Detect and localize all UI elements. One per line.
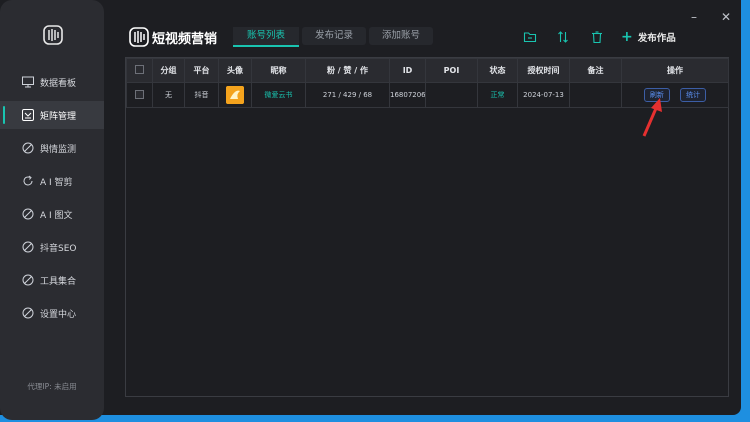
row-checkbox[interactable] (126, 82, 153, 108)
disabled-icon (22, 274, 34, 286)
brand-logo-icon (129, 27, 149, 47)
cell-actions: 刷新 统计 (621, 82, 729, 108)
publish-label: 发布作品 (637, 33, 676, 44)
cell-group: 无 (152, 82, 185, 108)
cell-poi (425, 82, 478, 108)
sidebar-item-label: 抖音SEO (40, 244, 77, 254)
sidebar-item-dashboard[interactable]: 数据看板 (0, 68, 104, 96)
matrix-icon (22, 109, 34, 121)
header-group: 分组 (152, 58, 185, 83)
table-header-row: 分组 平台 头像 昵称 粉 / 赞 / 作 ID POI 状态 授权时间 备注 … (126, 58, 729, 83)
sidebar-item-ai-graphic[interactable]: A I 图文 (0, 200, 104, 228)
cell-note (569, 82, 622, 108)
proxy-status: 代理IP: 未启用 (27, 382, 77, 391)
select-all-checkbox[interactable] (126, 58, 153, 83)
sidebar-item-matrix[interactable]: 矩阵管理 (0, 101, 104, 129)
brand: 短视频营销 (129, 27, 217, 47)
sidebar: 数据看板 矩阵管理 舆情监测 A I 智剪 A I 图文 抖音SEO 工具集合 … (0, 0, 104, 420)
minimize-button[interactable]: – (691, 11, 697, 23)
sidebar-item-sentiment[interactable]: 舆情监测 (0, 134, 104, 162)
header-platform: 平台 (184, 58, 219, 83)
cell-nickname: 微爱云书 (251, 82, 306, 108)
sidebar-item-douyin-seo[interactable]: 抖音SEO (0, 233, 104, 261)
sidebar-item-label: 设置中心 (40, 310, 77, 320)
header-id: ID (389, 58, 426, 83)
sidebar-item-tools[interactable]: 工具集合 (0, 266, 104, 294)
avatar (226, 86, 244, 104)
disabled-icon (22, 241, 34, 253)
close-button[interactable]: ✕ (721, 11, 731, 23)
annotation-arrow-icon (642, 98, 662, 137)
app-window: 数据看板 矩阵管理 舆情监测 A I 智剪 A I 图文 抖音SEO 工具集合 … (0, 0, 741, 420)
header-poi: POI (425, 58, 478, 83)
trash-icon[interactable] (590, 30, 604, 44)
disabled-icon (22, 208, 34, 220)
monitor-icon (22, 76, 34, 88)
header-nickname: 昵称 (251, 58, 306, 83)
tab-account-list[interactable]: 账号列表 (233, 27, 299, 47)
sidebar-item-label: 舆情监测 (40, 145, 77, 155)
table-row: 无 抖音 微爱云书 271 / 429 / 68 16807206 正常 202… (126, 82, 729, 108)
tab-publish-records[interactable]: 发布记录 (302, 27, 366, 45)
statistics-button[interactable]: 统计 (680, 88, 707, 102)
sort-icon[interactable] (556, 30, 570, 44)
header-status: 状态 (477, 58, 518, 83)
cell-status: 正常 (477, 82, 518, 108)
plus-icon: + (621, 29, 633, 45)
sidebar-item-ai-clip[interactable]: A I 智剪 (0, 167, 104, 195)
disabled-icon (22, 142, 34, 154)
header-auth-time: 授权时间 (517, 58, 570, 83)
sidebar-item-label: 矩阵管理 (40, 112, 77, 122)
folder-icon[interactable] (523, 30, 537, 44)
disabled-icon (22, 307, 34, 319)
sidebar-item-label: A I 智剪 (40, 178, 73, 188)
publish-button[interactable]: + 发布作品 (621, 29, 676, 45)
app-logo-icon (43, 25, 63, 45)
cell-platform: 抖音 (184, 82, 219, 108)
sidebar-item-label: 工具集合 (40, 277, 77, 287)
cell-id: 16807206 (389, 82, 426, 108)
account-table: 分组 平台 头像 昵称 粉 / 赞 / 作 ID POI 状态 授权时间 备注 … (125, 57, 729, 397)
brand-title: 短视频营销 (152, 31, 218, 47)
sidebar-item-settings[interactable]: 设置中心 (0, 299, 104, 327)
cell-auth-time: 2024-07-13 (517, 82, 570, 108)
sidebar-item-label: A I 图文 (40, 211, 73, 221)
cell-stats: 271 / 429 / 68 (305, 82, 390, 108)
cell-avatar (218, 82, 252, 108)
sidebar-item-label: 数据看板 (40, 79, 77, 89)
refresh-icon (23, 175, 33, 186)
tab-add-account[interactable]: 添加账号 (369, 27, 433, 45)
header-stats: 粉 / 赞 / 作 (305, 58, 390, 83)
header-avatar: 头像 (218, 58, 252, 83)
header-actions: 操作 (621, 58, 729, 83)
header-note: 备注 (569, 58, 622, 83)
